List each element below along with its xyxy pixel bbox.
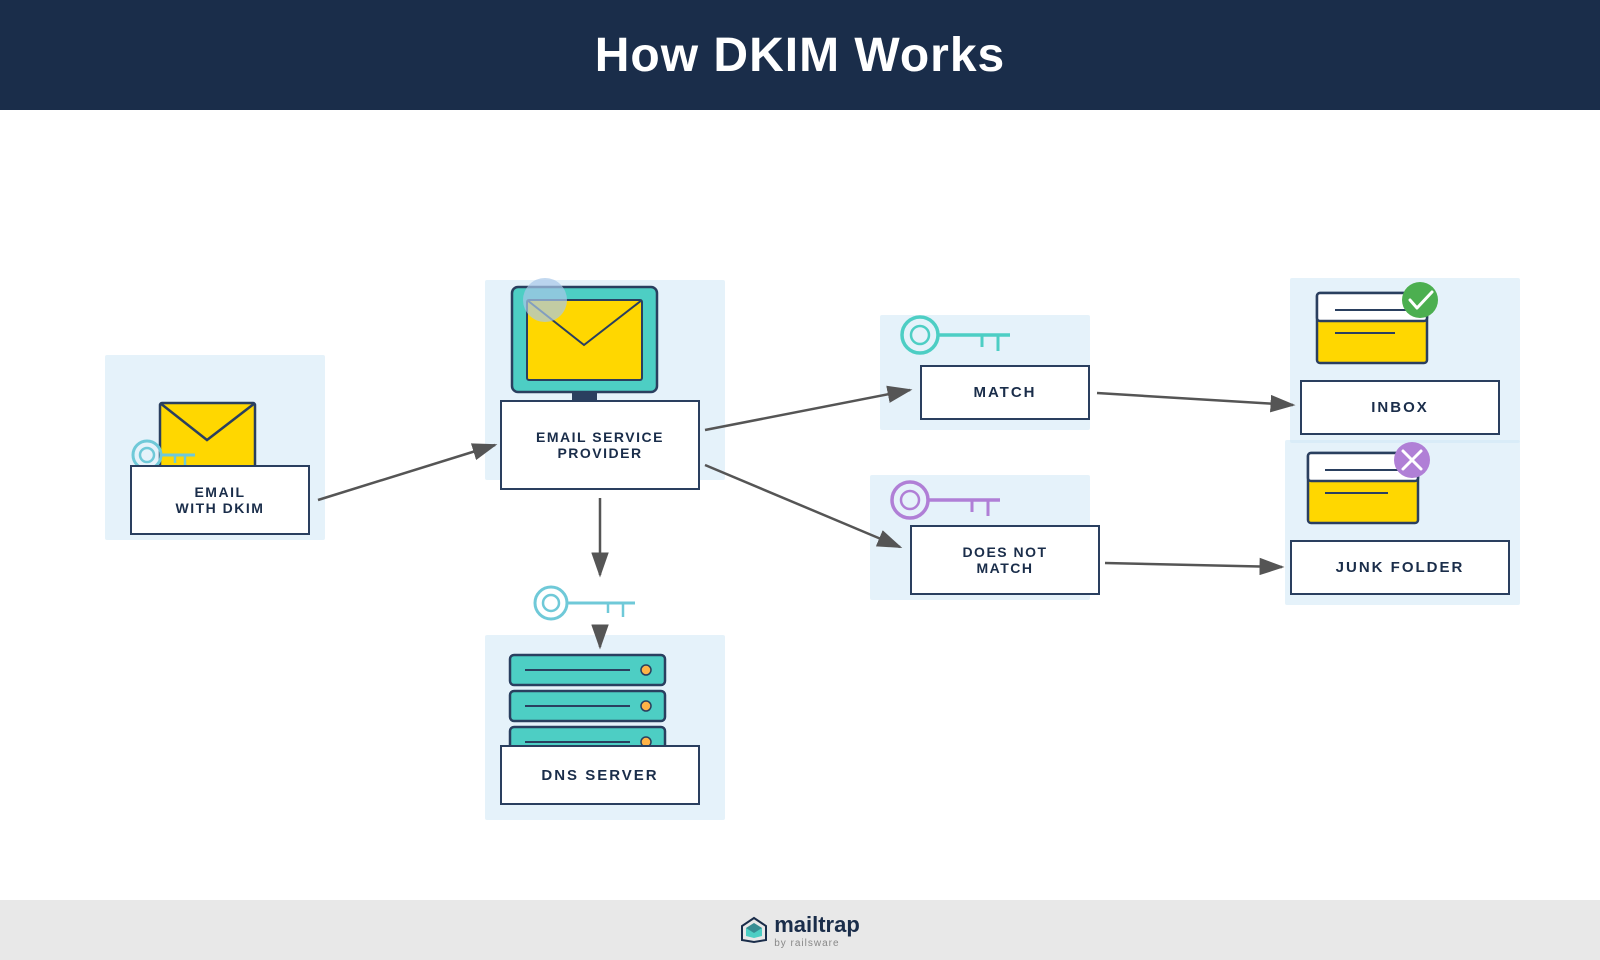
box-junk: JUNK FOLDER — [1290, 540, 1510, 595]
box-match: MATCH — [920, 365, 1090, 420]
key-gray-hole — [543, 595, 559, 611]
box-nomatch: DOES NOT MATCH — [910, 525, 1100, 595]
box-email: EMAIL WITH DKIM — [130, 465, 310, 535]
main-content: EMAIL WITH DKIM EMAIL SERVICE PROVIDER M… — [0, 110, 1600, 900]
arrow-match-inbox — [1097, 393, 1293, 405]
arrow-email-esp — [318, 445, 495, 500]
header: How DKIM Works — [0, 0, 1600, 110]
box-esp: EMAIL SERVICE PROVIDER — [500, 400, 700, 490]
footer-sub: by railsware — [774, 938, 860, 949]
footer: mailtrap by railsware — [0, 900, 1600, 960]
box-inbox: INBOX — [1300, 380, 1500, 435]
mailtrap-logo-icon — [740, 916, 768, 944]
diagram: EMAIL WITH DKIM EMAIL SERVICE PROVIDER M… — [50, 135, 1550, 875]
key-gray-circle — [535, 587, 567, 619]
footer-brand: mailtrap — [774, 912, 860, 938]
page-title: How DKIM Works — [595, 28, 1005, 83]
footer-logo: mailtrap by railsware — [740, 912, 860, 949]
box-dns: DNS SERVER — [500, 745, 700, 805]
arrow-nomatch-junk — [1105, 563, 1282, 567]
